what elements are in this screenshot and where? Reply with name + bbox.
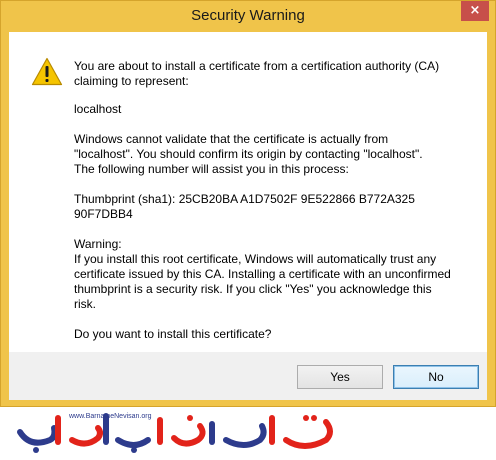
warning-line-3: thumbprint is a security risk. If you cl… xyxy=(74,282,432,296)
validation-line-1: Windows cannot validate that the certifi… xyxy=(74,132,389,146)
validation-line-2: "localhost". You should confirm its orig… xyxy=(74,147,423,161)
watermark-url: www.BarnameNevisan.org xyxy=(69,413,152,420)
install-question: Do you want to install this certificate? xyxy=(74,327,272,341)
warning-line-4: risk. xyxy=(74,297,96,311)
warning-line-2: certificate issued by this CA. Installin… xyxy=(74,267,451,281)
warning-line-1: If you install this root certificate, Wi… xyxy=(74,252,437,266)
watermark-logo: www.BarnameNevisan.org xyxy=(14,410,354,456)
title-bar[interactable]: Security Warning × xyxy=(1,1,495,32)
warning-icon xyxy=(31,57,63,86)
thumbprint: Thumbprint (sha1): 25CB20BA A1D7502F 9E5… xyxy=(74,192,415,221)
security-warning-dialog: Security Warning × You are about to inst… xyxy=(0,0,496,407)
message-area: You are about to install a certificate f… xyxy=(9,32,487,352)
close-button[interactable]: × xyxy=(461,1,489,21)
intro-line-2: claiming to represent: xyxy=(74,74,189,88)
dialog-client-area: You are about to install a certificate f… xyxy=(9,32,487,400)
message-text: You are about to install a certificate f… xyxy=(74,59,470,342)
window-title: Security Warning xyxy=(191,7,305,24)
validation-line-3: The following number will assist you in … xyxy=(74,162,349,176)
warning-heading: Warning: xyxy=(74,237,122,251)
yes-button[interactable]: Yes xyxy=(297,365,383,389)
barnamenevisan-logo-icon xyxy=(17,413,333,453)
intro-line-1: You are about to install a certificate f… xyxy=(74,59,440,73)
button-bar: Yes No xyxy=(9,352,487,400)
no-button[interactable]: No xyxy=(393,365,479,389)
host-name: localhost xyxy=(74,102,122,116)
